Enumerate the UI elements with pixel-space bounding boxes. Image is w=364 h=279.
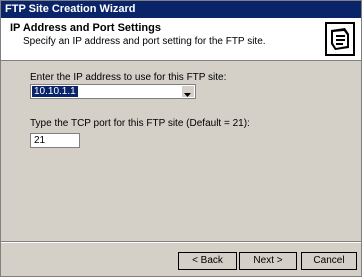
dropdown-button[interactable] xyxy=(181,86,194,97)
ftp-wizard-icon xyxy=(325,22,355,56)
ip-address-select[interactable]: 10.10.1.1 xyxy=(30,84,196,99)
window-titlebar[interactable]: FTP Site Creation Wizard xyxy=(1,1,361,18)
footer-divider xyxy=(1,241,361,243)
back-button[interactable]: < Back xyxy=(178,252,237,270)
page-title: IP Address and Port Settings xyxy=(10,22,161,34)
tcp-port-input[interactable]: 21 xyxy=(30,133,80,148)
ip-address-label: Enter the IP address to use for this FTP… xyxy=(30,72,227,83)
next-button[interactable]: Next > xyxy=(239,252,297,270)
page-subtitle: Specify an IP address and port setting f… xyxy=(23,36,266,47)
tcp-port-label: Type the TCP port for this FTP site (Def… xyxy=(30,118,250,129)
chevron-down-icon xyxy=(184,93,191,97)
wizard-header: IP Address and Port Settings Specify an … xyxy=(1,18,361,61)
cancel-button[interactable]: Cancel xyxy=(301,252,357,270)
ip-address-value: 10.10.1.1 xyxy=(32,86,78,97)
ftp-site-creation-wizard-window: FTP Site Creation Wizard IP Address and … xyxy=(0,0,362,277)
window-title: FTP Site Creation Wizard xyxy=(5,3,136,15)
